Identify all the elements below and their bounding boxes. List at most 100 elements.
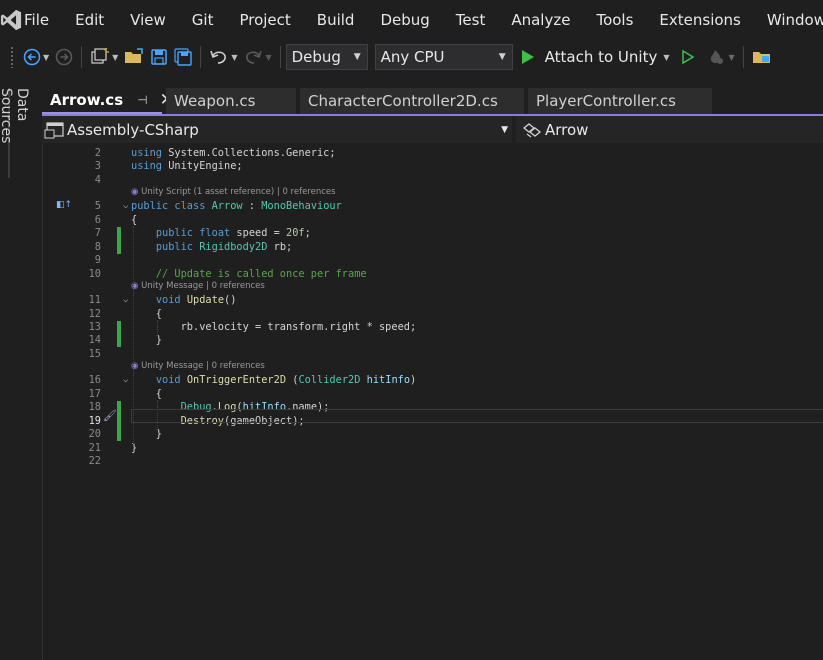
menu-git[interactable]: Git [179,0,227,40]
new-project-button[interactable]: ▼ [87,43,121,71]
visual-studio-logo-icon[interactable] [0,0,22,40]
code-line[interactable]: 17 { [43,388,823,401]
code-text[interactable]: void OnTriggerEnter2D (Collider2D hitInf… [131,374,416,387]
menu-file[interactable]: File [22,0,62,40]
code-editor[interactable]: 2 using System.Collections.Generic; 3 using… [42,144,823,660]
line-number: 17 [88,387,101,400]
code-token: using [131,160,162,173]
code-line[interactable]: 14 } [43,334,823,347]
codelens-references[interactable]: ◉ Unity Message | 0 references [131,280,265,292]
data-sources-tab[interactable]: Data Sources [0,88,30,178]
start-without-debugging-button[interactable] [678,43,698,71]
redo-button[interactable]: ▼ [240,43,274,71]
code-line[interactable]: 10 // Update is called once per frame [43,268,823,281]
menu-view[interactable]: View [117,0,179,40]
menu-debug[interactable]: Debug [367,0,442,40]
hot-reload-button[interactable]: ▼ [704,43,738,71]
code-line[interactable]: 21} [43,442,823,455]
toolbar-grip[interactable] [10,46,14,68]
class-select[interactable]: Arrow [516,116,823,143]
code-text[interactable]: { [131,214,137,227]
code-token: } [131,441,138,454]
code-cleanup-brush-icon[interactable]: 🖌 [103,409,117,422]
chevron-down-icon[interactable]: ▼ [265,53,271,62]
code-area[interactable]: 2 using System.Collections.Generic; 3 using… [43,144,823,660]
chevron-down-icon[interactable]: ▼ [43,53,49,62]
code-line[interactable]: 6{ [43,214,823,227]
codelens-text[interactable]: Unity Message | 0 references [141,361,265,371]
code-text[interactable]: } [131,442,137,455]
codelens-text[interactable]: Unity Script (1 asset reference) | 0 ref… [141,187,335,197]
code-text[interactable]: void Update() [131,294,237,307]
code-text[interactable]: // Update is called once per frame [131,268,367,281]
code-text[interactable]: public float speed = 20f; [131,227,311,240]
forward-arrow-icon [55,48,73,66]
undo-button[interactable]: ▼ [206,43,240,71]
chevron-down-icon[interactable]: ▼ [231,53,237,62]
code-line[interactable]: 15 [43,348,823,361]
menu-edit[interactable]: Edit [62,0,117,40]
tab-arrow-cs[interactable]: Arrow.cs ⊣ ✕ [42,88,174,114]
line-number: 19 [88,414,101,427]
save-button[interactable] [147,43,171,71]
back-arrow-icon [23,48,41,66]
code-text[interactable]: using System.Collections.Generic; [131,147,336,160]
tab-charactercontroller2d-cs[interactable]: CharacterController2D.cs [300,88,524,114]
tab-weapon-cs[interactable]: Weapon.cs [166,88,296,114]
code-token: ) [410,374,417,387]
codelens-references[interactable]: ◉ Unity Message | 0 references [131,360,265,372]
code-line[interactable]: 11 ⌵ void Update() [43,294,823,307]
code-text[interactable]: public Rigidbody2D rb; [131,241,292,254]
code-token: rb; [267,240,293,253]
line-number: 21 [88,441,101,454]
navigate-forward-button[interactable] [52,43,76,71]
line-number: 12 [88,307,101,320]
code-text[interactable]: rb.velocity = transform.right * speed; [131,321,417,334]
menu-project[interactable]: Project [226,0,303,40]
menu-test[interactable]: Test [443,0,499,40]
code-line[interactable]: 2 using System.Collections.Generic; [43,147,823,160]
menu-extensions[interactable]: Extensions [646,0,753,40]
save-all-button[interactable] [171,43,195,71]
tab-label: Arrow.cs [50,91,124,109]
code-line[interactable]: 13 rb.velocity = transform.right * speed… [43,321,823,334]
folder-view-button[interactable] [749,43,775,71]
navigate-back-button[interactable]: ▼ [20,43,52,71]
project-select[interactable]: Assembly-CSharp ▼ [42,116,512,143]
solution-configuration-select[interactable]: Debug ▼ [285,44,368,70]
menu-tools[interactable]: Tools [583,0,646,40]
code-line[interactable]: 12 { [43,308,823,321]
code-token: public [131,200,169,213]
menu-build[interactable]: Build [304,0,368,40]
codelens-text[interactable]: Unity Message | 0 references [141,281,265,291]
menu-window[interactable]: Window [754,0,823,40]
code-line[interactable]: 9 [43,254,823,267]
code-line[interactable]: 22 [43,455,823,468]
code-text[interactable]: using UnityEngine; [131,160,243,173]
code-line[interactable]: 16 ⌵ void OnTriggerEnter2D (Collider2D hi… [43,374,823,387]
navigation-bar: Assembly-CSharp ▼ Arrow [42,114,823,144]
codelens-references[interactable]: ◉ Unity Script (1 asset reference) | 0 r… [131,186,336,198]
attach-to-unity-button[interactable]: Attach to Unity ▼ [521,48,670,66]
code-line[interactable]: 7 public float speed = 20f; [43,227,823,240]
code-text[interactable]: public class Arrow : MonoBehaviour [131,200,342,213]
pin-icon[interactable]: ⊣ [137,93,147,107]
code-line[interactable]: 3 using UnityEngine; [43,160,823,173]
code-token: OnTriggerEnter2D [186,374,287,387]
menu-analyze[interactable]: Analyze [498,0,583,40]
chevron-down-icon[interactable]: ▼ [729,53,735,62]
chevron-down-icon[interactable]: ▼ [112,53,118,62]
code-line[interactable]: 20 } [43,428,823,441]
open-file-button[interactable] [121,43,147,71]
code-line[interactable]: 4 [43,174,823,187]
chevron-down-icon: ▼ [353,52,361,62]
chevron-down-icon[interactable]: ▼ [663,53,669,62]
unity-script-glyph-icon[interactable]: ◧↑ [56,200,72,210]
project-name: Assembly-CSharp [67,120,199,139]
code-line[interactable]: 5 ⌵ public class Arrow : MonoBehaviour [43,200,823,213]
tab-playercontroller-cs[interactable]: PlayerController.cs [528,88,712,114]
solution-platform-select[interactable]: Any CPU ▼ [374,44,513,70]
code-line[interactable]: 8 public Rigidbody2D rb; [43,241,823,254]
